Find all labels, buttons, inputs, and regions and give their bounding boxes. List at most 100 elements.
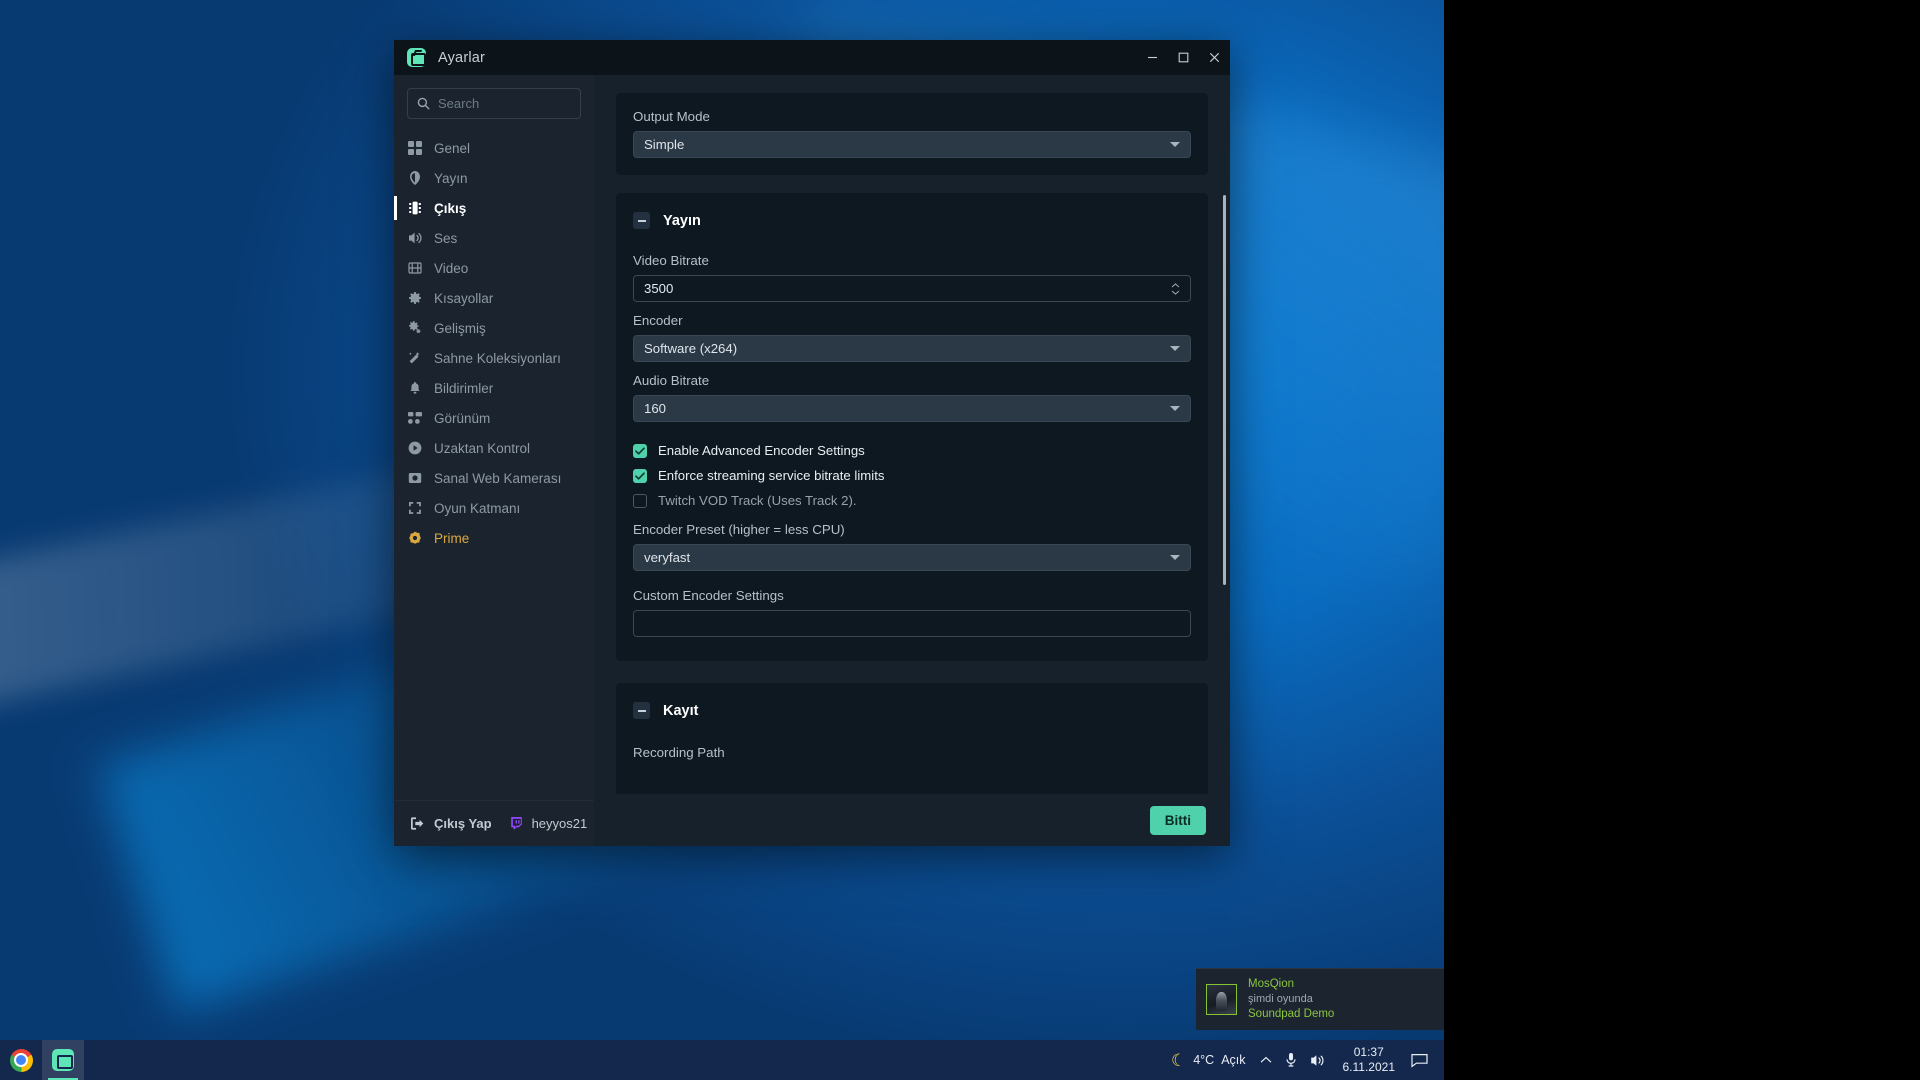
settings-nav: Genel Yayın Çıkış Ses Video Kısayollar G… <box>394 133 594 800</box>
video-bitrate-label: Video Bitrate <box>633 253 709 268</box>
stream-section-title: Yayın <box>663 212 701 229</box>
search-container <box>394 75 594 119</box>
enforce-bitrate-limits-checkbox-row[interactable]: Enforce streaming service bitrate limits <box>633 463 1191 488</box>
checkbox-label: Enable Advanced Encoder Settings <box>658 443 865 458</box>
number-stepper-icon[interactable] <box>1171 282 1180 295</box>
sidebar-item-label: Ses <box>434 230 458 246</box>
sidebar-item-ses[interactable]: Ses <box>394 223 594 253</box>
speaker-icon <box>407 230 423 246</box>
enable-advanced-encoder-checkbox-row[interactable]: Enable Advanced Encoder Settings <box>633 438 1191 463</box>
custom-encoder-settings-label: Custom Encoder Settings <box>633 588 784 603</box>
output-mode-label: Output Mode <box>633 109 710 124</box>
sidebar-item-label: Kısayollar <box>434 290 494 306</box>
chevron-down-icon <box>1170 346 1180 351</box>
minus-icon[interactable] <box>633 702 650 719</box>
checkbox-checked-icon[interactable] <box>633 443 647 458</box>
window-body: Genel Yayın Çıkış <box>394 75 1230 846</box>
minimize-icon[interactable] <box>1137 40 1168 75</box>
done-button[interactable]: Bitti <box>1149 805 1206 835</box>
output-mode-value: Simple <box>644 137 685 152</box>
search-icon <box>417 97 430 110</box>
game-thumbnail <box>1206 984 1237 1015</box>
sidebar-item-yayin[interactable]: Yayın <box>394 163 594 193</box>
sidebar-item-label: Oyun Katmanı <box>434 500 521 516</box>
checkbox-label: Enforce streaming service bitrate limits <box>658 468 885 483</box>
window-title: Ayarlar <box>438 49 486 66</box>
twitch-account[interactable]: heyyos21 <box>509 816 587 831</box>
content-scrollbar[interactable] <box>1223 195 1226 585</box>
broadcast-icon <box>407 170 423 186</box>
toast-text: MosQion şimdi oyunda Soundpad Demo <box>1248 977 1334 1022</box>
encoder-value: Software (x264) <box>644 341 738 356</box>
logout-icon <box>410 816 425 831</box>
output-icon <box>407 200 423 216</box>
output-mode-panel: Output Mode Simple <box>616 93 1208 175</box>
sidebar-item-label: Prime <box>434 530 470 546</box>
logout-label: Çıkış Yap <box>434 816 492 831</box>
settings-footer: Bitti <box>594 794 1230 846</box>
chevron-down-icon <box>1170 406 1180 411</box>
encoder-preset-select[interactable]: veryfast <box>633 544 1191 571</box>
sidebar-item-prime[interactable]: Prime <box>394 523 594 553</box>
volume-icon[interactable] <box>1304 1040 1333 1080</box>
chevron-up-icon[interactable] <box>1254 1040 1278 1080</box>
notification-icon[interactable] <box>1405 1040 1434 1080</box>
minus-icon[interactable] <box>633 212 650 229</box>
sidebar-item-label: Sahne Koleksiyonları <box>434 350 561 366</box>
sidebar-item-gorunum[interactable]: Görünüm <box>394 403 594 433</box>
taskbar-apps <box>0 1040 84 1080</box>
recording-section-header[interactable]: Kayıt <box>633 702 1191 719</box>
sidebar-item-bildirimler[interactable]: Bildirimler <box>394 373 594 403</box>
microphone-icon[interactable] <box>1278 1040 1304 1080</box>
custom-encoder-settings-input[interactable] <box>633 610 1191 637</box>
sidebar-item-sanal-web-kamerasi[interactable]: Sanal Web Kamerası <box>394 463 594 493</box>
steam-notification-toast[interactable]: MosQion şimdi oyunda Soundpad Demo <box>1196 968 1444 1030</box>
twitch-vod-track-checkbox-row[interactable]: Twitch VOD Track (Uses Track 2). <box>633 488 1191 513</box>
sidebar-item-video[interactable]: Video <box>394 253 594 283</box>
weather-temperature: 4°C <box>1193 1053 1215 1067</box>
sidebar-item-uzaktan-kontrol[interactable]: Uzaktan Kontrol <box>394 433 594 463</box>
sidebar-item-label: Görünüm <box>434 410 491 426</box>
clock-time: 01:37 <box>1353 1045 1384 1059</box>
sidebar-item-label: Genel <box>434 140 471 156</box>
taskbar-app-chrome[interactable] <box>0 1040 42 1080</box>
output-mode-select[interactable]: Simple <box>633 131 1191 158</box>
chevron-down-icon <box>1170 142 1180 147</box>
windows-taskbar: ☾ 4°C Açık 01:37 6.11.2021 <box>0 1040 1444 1080</box>
encoder-select[interactable]: Software (x264) <box>633 335 1191 362</box>
stream-section-header[interactable]: Yayın <box>633 212 1191 229</box>
streamlabs-icon <box>407 48 426 67</box>
checkbox-label: Twitch VOD Track (Uses Track 2). <box>658 493 857 508</box>
audio-bitrate-select[interactable]: 160 <box>633 395 1191 422</box>
sidebar-item-sahne-koleksiyonlari[interactable]: Sahne Koleksiyonları <box>394 343 594 373</box>
taskbar-clock[interactable]: 01:37 6.11.2021 <box>1333 1045 1406 1075</box>
recording-section-title: Kayıt <box>663 702 699 719</box>
weather-condition: Açık <box>1221 1053 1246 1067</box>
logout-button[interactable]: Çıkış Yap <box>410 816 492 831</box>
sidebar-item-label: Gelişmiş <box>434 320 486 336</box>
search-box[interactable] <box>407 88 581 119</box>
video-bitrate-value: 3500 <box>644 281 674 296</box>
expand-icon <box>407 500 423 516</box>
search-input[interactable] <box>438 96 571 111</box>
stream-panel: Yayın Video Bitrate 3500 Encoder Softwar… <box>616 193 1208 661</box>
sidebar-item-gelismis[interactable]: Gelişmiş <box>394 313 594 343</box>
checkbox-unchecked-icon[interactable] <box>633 493 647 508</box>
window-titlebar[interactable]: Ayarlar <box>394 40 1230 75</box>
taskbar-app-streamlabs[interactable] <box>42 1040 84 1080</box>
gears-icon <box>407 320 423 336</box>
chrome-icon <box>9 1048 33 1072</box>
chevron-down-icon <box>1170 555 1180 560</box>
video-bitrate-input[interactable]: 3500 <box>633 275 1191 302</box>
weather-widget[interactable]: ☾ 4°C Açık <box>1167 1052 1254 1069</box>
sidebar-item-oyun-katmani[interactable]: Oyun Katmanı <box>394 493 594 523</box>
sidebar-item-label: Yayın <box>434 170 468 186</box>
encoder-preset-label: Encoder Preset (higher = less CPU) <box>633 522 845 537</box>
twitch-icon <box>509 816 524 831</box>
checkbox-checked-icon[interactable] <box>633 468 647 483</box>
sidebar-item-genel[interactable]: Genel <box>394 133 594 163</box>
sidebar-item-cikis[interactable]: Çıkış <box>394 193 594 223</box>
maximize-icon[interactable] <box>1168 40 1199 75</box>
sidebar-item-kisayollar[interactable]: Kısayollar <box>394 283 594 313</box>
close-icon[interactable] <box>1199 40 1230 75</box>
